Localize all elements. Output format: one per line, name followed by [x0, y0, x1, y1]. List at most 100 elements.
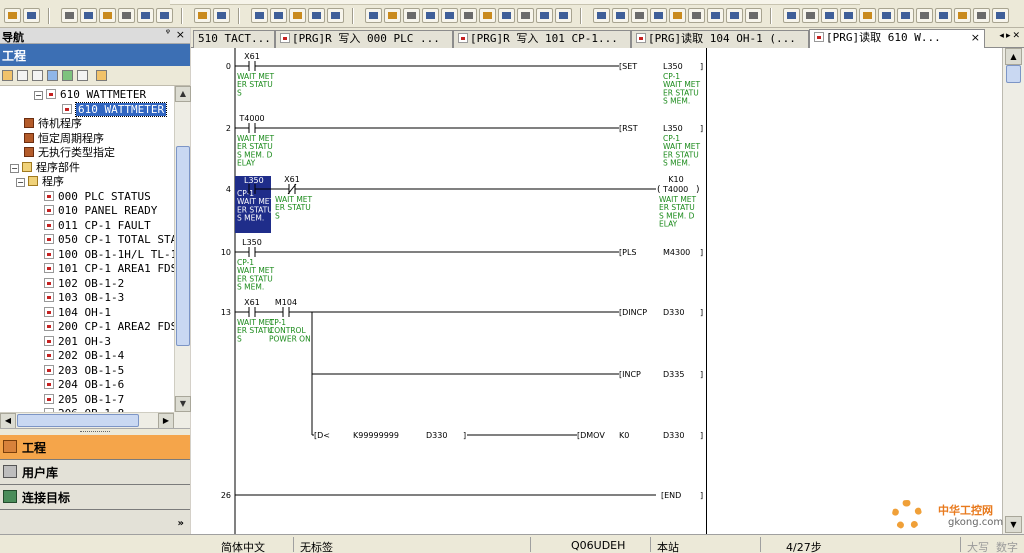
filter-icon[interactable] [96, 70, 107, 81]
tree-item[interactable]: 102 OB-1-2 [44, 277, 124, 291]
tree-item[interactable]: 200 CP-1 AREA2 FDS [44, 320, 174, 334]
collapse-icon[interactable]: − [34, 91, 43, 100]
tree-item[interactable]: 610 WATTMETER [62, 101, 168, 117]
tree-item[interactable]: 104 OH-1 [44, 306, 111, 320]
copy-icon[interactable] [17, 70, 28, 81]
toolbar-tool-icon[interactable] [631, 8, 648, 23]
toolbar-tool-icon[interactable] [669, 8, 686, 23]
tree-item[interactable]: 010 PANEL READY [44, 204, 157, 218]
toolbar-tool-icon[interactable] [821, 8, 838, 23]
scroll-right-icon[interactable]: ▶ [158, 413, 174, 429]
panel-splitter[interactable] [0, 428, 190, 435]
toolbar-tool-icon[interactable] [365, 8, 382, 23]
collapse-icon[interactable]: − [16, 178, 25, 187]
toolbar-tool-icon[interactable] [992, 8, 1009, 23]
toolbar-tool-icon[interactable] [745, 8, 762, 23]
toolbar-tool-icon[interactable] [650, 8, 667, 23]
tree-item[interactable]: 050 CP-1 TOTAL STA [44, 233, 174, 247]
toolbar-tool-icon[interactable] [80, 8, 97, 23]
toolbar-tool-icon[interactable] [726, 8, 743, 23]
nav-tab-project[interactable]: 工程 [0, 435, 190, 460]
tree-item[interactable]: 203 OB-1-5 [44, 364, 124, 378]
refresh-icon[interactable] [62, 70, 73, 81]
tree-item[interactable]: 205 OB-1-7 [44, 393, 124, 407]
collapse-icon[interactable]: − [10, 163, 19, 173]
toolbar-tool-icon[interactable] [783, 8, 800, 23]
scroll-thumb[interactable] [1006, 65, 1021, 83]
toolbar-tool-icon[interactable] [422, 8, 439, 23]
toolbar-tool-icon[interactable] [612, 8, 629, 23]
document-tab[interactable]: [PRG]R 写入 000 PLC ... [275, 30, 453, 48]
tree-item[interactable]: − 程序 [16, 175, 64, 189]
properties-icon[interactable] [47, 70, 58, 81]
toolbar-tool-icon[interactable] [156, 8, 173, 23]
toolbar-tool-icon[interactable] [99, 8, 116, 23]
tree-item[interactable]: 204 OB-1-6 [44, 378, 124, 392]
tree-item[interactable]: − 610 WATTMETER [34, 88, 146, 102]
toolbar-tool-icon[interactable] [118, 8, 135, 23]
toolbar-tool-icon[interactable] [840, 8, 857, 23]
pin-icon[interactable]: ᵠ [166, 28, 170, 39]
document-tab[interactable]: [PRG]R 写入 101 CP-1... [453, 30, 631, 48]
document-tab[interactable]: [PRG]读取 610 W... × [809, 29, 985, 49]
toolbar-tool-icon[interactable] [517, 8, 534, 23]
scroll-thumb[interactable] [17, 414, 139, 427]
toolbar-tool-icon[interactable] [23, 8, 40, 23]
toolbar-tool-icon[interactable] [973, 8, 990, 23]
scroll-up-icon[interactable]: ▲ [175, 86, 191, 102]
toolbar-tool-icon[interactable] [137, 8, 154, 23]
toolbar-tool-icon[interactable] [802, 8, 819, 23]
toolbar-tool-icon[interactable] [479, 8, 496, 23]
toolbar-tool-icon[interactable] [308, 8, 325, 23]
tree-item[interactable]: − 程序部件 [10, 161, 80, 175]
collapse-icon[interactable] [77, 70, 88, 81]
scroll-up-icon[interactable]: ▲ [1005, 48, 1022, 65]
paste-icon[interactable] [32, 70, 43, 81]
toolbar-tool-icon[interactable] [4, 8, 21, 23]
toolbar-tool-icon[interactable] [878, 8, 895, 23]
toolbar-tool-icon[interactable] [194, 8, 211, 23]
more-chevron-icon[interactable]: » [178, 518, 184, 529]
scroll-left-icon[interactable]: ◀ [0, 413, 16, 429]
toolbar-tool-icon[interactable] [213, 8, 230, 23]
toolbar-tool-icon[interactable] [327, 8, 344, 23]
tree-item[interactable]: 恒定周期程序 [24, 132, 104, 146]
tree-item[interactable]: 待机程序 [24, 117, 82, 131]
toolbar-tool-icon[interactable] [441, 8, 458, 23]
tree-item[interactable]: 202 OB-1-4 [44, 349, 124, 363]
toolbar-tool-icon[interactable] [935, 8, 952, 23]
close-tab-icon[interactable]: × [971, 30, 980, 46]
toolbar-tool-icon[interactable] [460, 8, 477, 23]
tree-item[interactable]: 103 OB-1-3 [44, 291, 124, 305]
toolbar-tool-icon[interactable] [859, 8, 876, 23]
toolbar-tool-icon[interactable] [897, 8, 914, 23]
toolbar-tool-icon[interactable] [688, 8, 705, 23]
tree-item[interactable]: 011 CP-1 FAULT [44, 219, 151, 233]
ladder-editor[interactable]: 0 X61 WAIT MET ER STATU S [SET L350] CP-1 WAIT M… [191, 48, 706, 534]
tree-horizontal-scrollbar[interactable]: ◀ ▶ [0, 412, 174, 429]
toolbar-tool-icon[interactable] [289, 8, 306, 23]
toolbar-tool-icon[interactable] [916, 8, 933, 23]
nav-tab-connection[interactable]: 连接目标 [0, 485, 190, 510]
toolbar-tool-icon[interactable] [536, 8, 553, 23]
document-tab[interactable]: 510 TACT... [193, 30, 275, 48]
tab-navigation-icon[interactable]: ◂▸✕ [999, 31, 1022, 41]
toolbar-tool-icon[interactable] [270, 8, 287, 23]
toolbar-tool-icon[interactable] [403, 8, 420, 23]
editor-vertical-scrollbar[interactable]: ▲ ▼ [1002, 48, 1024, 534]
scroll-down-icon[interactable]: ▼ [175, 396, 191, 412]
tree-item[interactable]: 100 OB-1-1H/L TL-1 [44, 248, 174, 262]
document-tab[interactable]: [PRG]读取 104 OH-1 (... [631, 30, 809, 48]
toolbar-tool-icon[interactable] [555, 8, 572, 23]
tree-item[interactable]: 000 PLC STATUS [44, 190, 151, 204]
toolbar-tool-icon[interactable] [251, 8, 268, 23]
toolbar-tool-icon[interactable] [593, 8, 610, 23]
nav-tab-user-library[interactable]: 用户库 [0, 460, 190, 485]
toolbar-tool-icon[interactable] [61, 8, 78, 23]
close-icon[interactable]: × [176, 28, 185, 41]
toolbar-tool-icon[interactable] [384, 8, 401, 23]
toolbar-tool-icon[interactable] [954, 8, 971, 23]
toolbar-tool-icon[interactable] [707, 8, 724, 23]
new-data-icon[interactable] [2, 70, 13, 81]
tree-item[interactable]: 101 CP-1 AREA1 FDS [44, 262, 174, 276]
